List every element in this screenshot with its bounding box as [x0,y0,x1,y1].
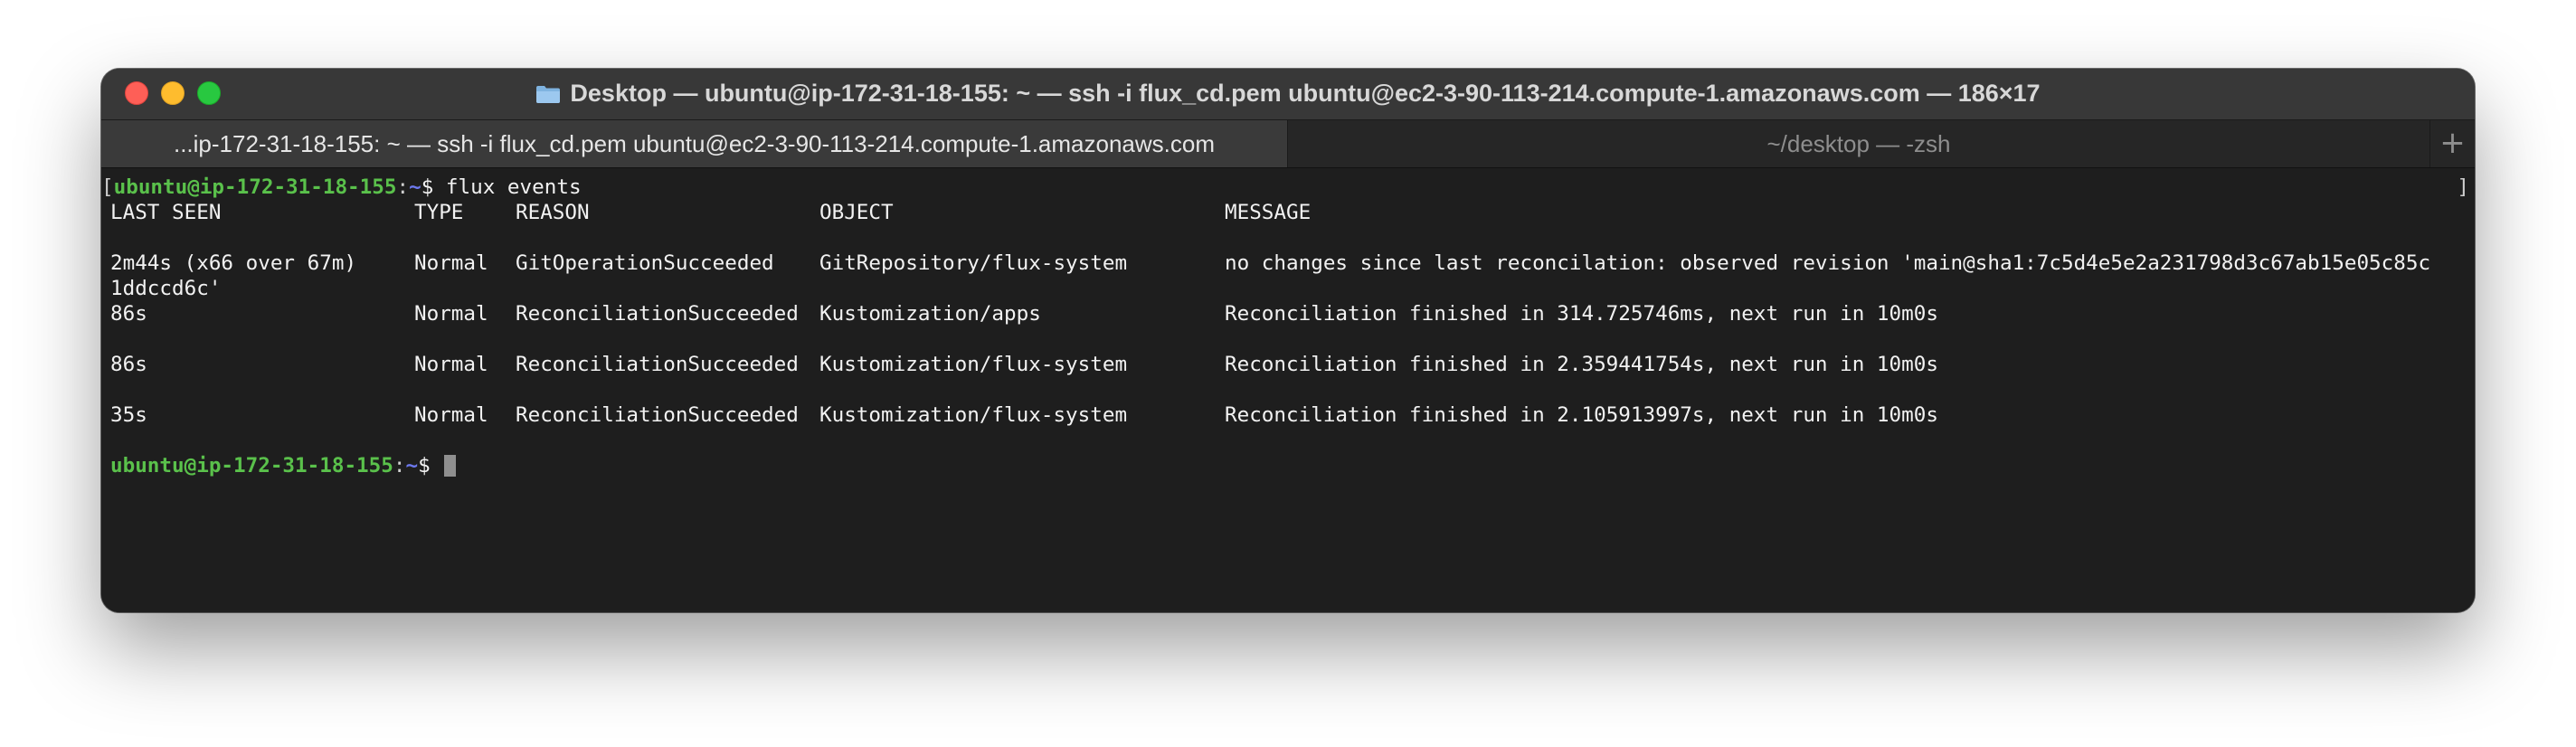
new-tab-button[interactable]: + [2429,120,2475,167]
command-line: [ubuntu@ip-172-31-18-155:~$ flux events … [101,175,2475,200]
prompt-path: ~ [409,175,421,199]
cell-message: Reconciliation finished in 2.359441754s,… [1225,353,1938,376]
cell-reason: ReconciliationSucceeded [516,353,799,376]
prompt-dollar: $ [418,454,443,478]
prompt: [ubuntu@ip-172-31-18-155:~$ flux events [101,175,582,200]
prompt-dollar: $ [421,175,446,199]
tab-label: ~/desktop — -zsh [1766,130,1951,157]
cell-message-wrap: 1ddccd6c' [110,277,222,300]
cell-object: GitRepository/flux-system [819,251,1128,275]
table-header-row: LAST SEEN TYPE REASON OBJECT MESSAGE [101,200,2475,225]
cell-message: Reconciliation finished in 314.725746ms,… [1225,302,1938,326]
cell-reason: ReconciliationSucceeded [516,302,799,326]
window-title-wrap: Desktop — ubuntu@ip-172-31-18-155: ~ — s… [101,80,2475,108]
cell-last-seen: 86s [110,302,147,326]
prompt-colon: : [393,454,406,478]
cell-last-seen: 2m44s (x66 over 67m) [110,251,357,275]
table-row-wrap: 1ddccd6c' [101,276,2475,301]
terminal-window: Desktop — ubuntu@ip-172-31-18-155: ~ — s… [101,69,2475,612]
title-bar[interactable]: Desktop — ubuntu@ip-172-31-18-155: ~ — s… [101,69,2475,119]
header-object: OBJECT [819,201,894,224]
header-last-seen: LAST SEEN [110,201,222,224]
prompt-close-bracket: ] [2457,175,2469,199]
prompt-bracket: [ [101,175,114,199]
prompt-user-host: ubuntu@ip-172-31-18-155 [113,175,397,199]
prompt: ubuntu@ip-172-31-18-155:~$ [110,453,457,478]
cell-message: no changes since last reconcilation: obs… [1225,251,2431,275]
window-title: Desktop — ubuntu@ip-172-31-18-155: ~ — s… [570,80,2041,107]
header-reason: REASON [516,201,590,224]
tab-ssh-session[interactable]: ...ip-172-31-18-155: ~ — ssh -i flux_cd.… [101,120,1288,167]
prompt-path: ~ [405,454,419,478]
cell-object: Kustomization/flux-system [819,353,1128,376]
cell-type: Normal [414,302,488,326]
prompt-colon: : [396,175,410,199]
cell-type: Normal [414,403,488,427]
table-row: 86s Normal ReconciliationSucceeded Kusto… [101,352,2475,377]
cell-reason: ReconciliationSucceeded [516,403,799,427]
cell-reason: GitOperationSucceeded [516,251,774,275]
cell-object: Kustomization/apps [819,302,1041,326]
command-text: flux events [445,175,582,199]
text-cursor [444,455,457,477]
header-type: TYPE [414,201,464,224]
prompt-line[interactable]: ubuntu@ip-172-31-18-155:~$ [101,453,2475,478]
table-row: 35s Normal ReconciliationSucceeded Kusto… [101,402,2475,428]
cell-last-seen: 86s [110,353,147,376]
terminal-lines: [ubuntu@ip-172-31-18-155:~$ flux events … [101,175,2475,478]
cell-type: Normal [414,251,488,275]
table-row: 2m44s (x66 over 67m) Normal GitOperation… [101,251,2475,276]
prompt-user-host: ubuntu@ip-172-31-18-155 [110,454,393,478]
tab-bar: ...ip-172-31-18-155: ~ — ssh -i flux_cd.… [101,119,2475,168]
terminal-output[interactable]: [ubuntu@ip-172-31-18-155:~$ flux events … [101,168,2475,612]
table-row: 86s Normal ReconciliationSucceeded Kusto… [101,301,2475,326]
cell-object: Kustomization/flux-system [819,403,1128,427]
folder-icon [535,82,561,103]
tab-desktop-zsh[interactable]: ~/desktop — -zsh [1288,120,2429,167]
cell-last-seen: 35s [110,403,147,427]
cell-type: Normal [414,353,488,376]
tab-label: ...ip-172-31-18-155: ~ — ssh -i flux_cd.… [173,130,1215,157]
cell-message: Reconciliation finished in 2.105913997s,… [1225,403,1938,427]
header-message: MESSAGE [1225,201,1312,224]
